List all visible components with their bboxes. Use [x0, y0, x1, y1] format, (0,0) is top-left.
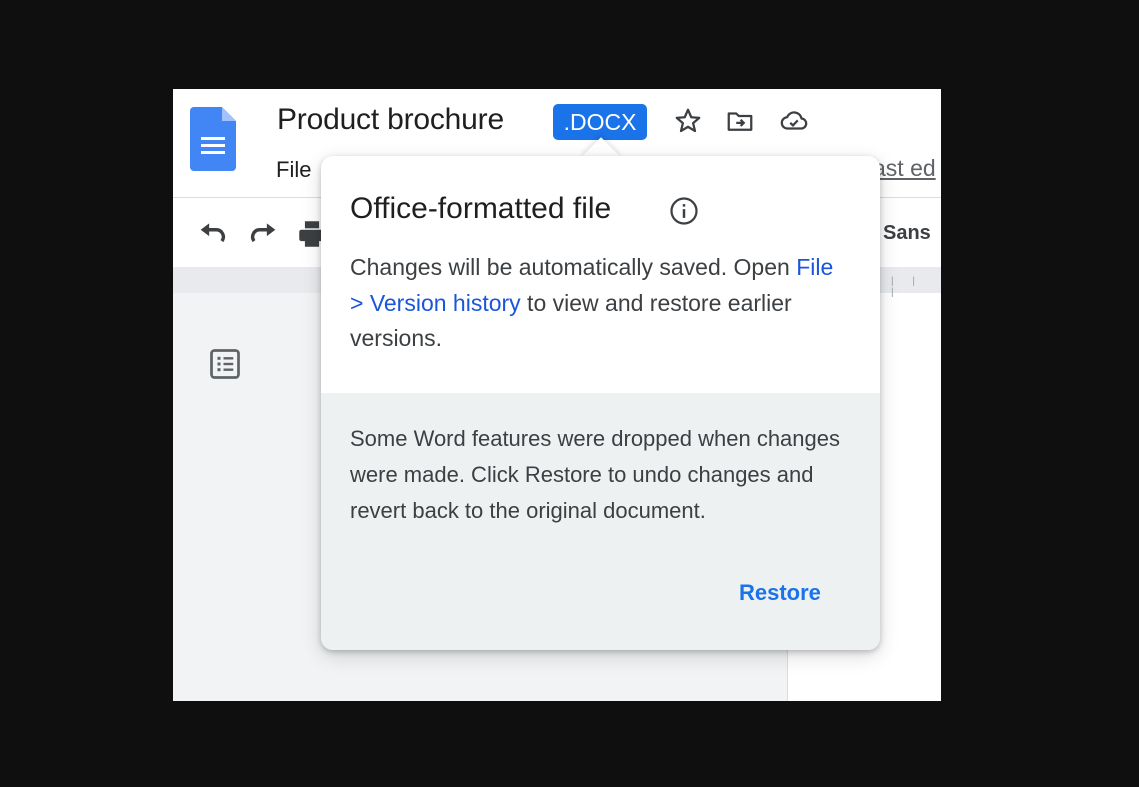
cloud-saved-icon[interactable]	[779, 106, 809, 136]
popover-warning-text: Some Word features were dropped when cha…	[350, 426, 840, 523]
popover-body: Changes will be automatically saved. Ope…	[350, 250, 850, 357]
move-to-folder-icon[interactable]	[725, 106, 755, 136]
redo-icon[interactable]	[247, 217, 281, 251]
menu-file[interactable]: File	[276, 157, 311, 183]
docs-logo-icon[interactable]	[190, 107, 236, 171]
undo-icon[interactable]	[195, 217, 229, 251]
star-icon[interactable]	[673, 106, 703, 136]
document-title[interactable]: Product brochure	[277, 103, 504, 137]
outline-icon[interactable]	[207, 346, 243, 382]
docx-badge[interactable]: .DOCX	[553, 104, 647, 140]
office-file-popover: Office-formatted file Changes will be au…	[321, 156, 880, 650]
restore-button[interactable]: Restore	[739, 580, 821, 606]
popover-body-prefix: Changes will be automatically saved. Ope…	[350, 254, 797, 280]
popover-title: Office-formatted file	[350, 192, 612, 225]
font-family-select[interactable]: Sans	[883, 222, 931, 245]
popover-warning-section: Some Word features were dropped when cha…	[321, 393, 880, 650]
last-edit-link[interactable]: ast ed	[873, 155, 936, 182]
ruler-ticks: | | |	[891, 276, 923, 298]
info-icon[interactable]	[669, 196, 699, 226]
